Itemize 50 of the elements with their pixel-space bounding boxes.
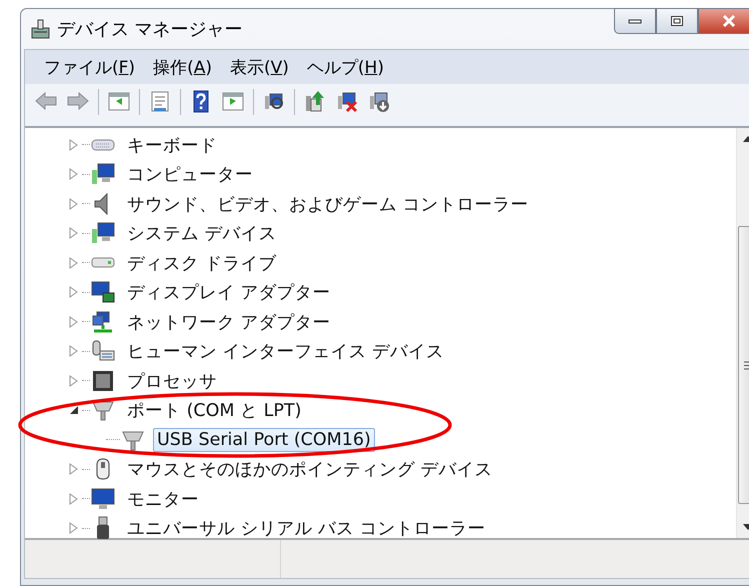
disk-drive-icon <box>91 257 115 268</box>
computer-icon <box>91 162 115 186</box>
device-manager-icon <box>29 18 51 40</box>
collapsed-arrow-icon[interactable] <box>69 492 79 505</box>
collapsed-arrow-icon[interactable] <box>69 138 79 151</box>
collapsed-arrow-icon[interactable] <box>69 316 79 328</box>
expanded-arrow-icon[interactable] <box>69 405 79 416</box>
disable-icon <box>367 90 391 114</box>
display-adapter-icon <box>91 280 115 304</box>
tree-item[interactable]: USB Serial Port (COM16) <box>153 428 375 452</box>
collapsed-arrow-icon[interactable] <box>69 198 79 210</box>
menu-item[interactable]: 操作(A) <box>144 52 221 82</box>
tree-item[interactable]: ネットワーク アダプター <box>123 308 335 336</box>
collapsed-arrow-icon[interactable] <box>69 256 79 269</box>
tree-item[interactable]: サウンド、ビデオ、およびゲーム コントローラー <box>123 190 533 218</box>
tree-item[interactable]: プロセッサ <box>123 366 221 395</box>
menu-item[interactable]: ヘルプ(H) <box>298 52 393 82</box>
window-title: デバイス マネージャー <box>57 18 243 41</box>
collapsed-arrow-icon[interactable] <box>69 345 79 358</box>
maximize-button[interactable] <box>656 8 698 34</box>
collapsed-arrow-icon[interactable] <box>69 374 79 387</box>
tree-item[interactable]: ポート (COM と LPT) <box>123 396 306 424</box>
tree-item[interactable]: システム デバイス <box>123 219 281 248</box>
collapsed-arrow-icon[interactable] <box>69 227 79 240</box>
collapsed-arrow-icon[interactable] <box>69 168 79 180</box>
tree-item[interactable]: ディスク ドライブ <box>123 248 281 277</box>
monitor-icon <box>91 486 115 511</box>
collapsed-arrow-icon[interactable] <box>69 522 79 534</box>
minimize-button[interactable] <box>614 8 656 34</box>
collapsed-arrow-icon[interactable] <box>69 463 79 476</box>
collapsed-arrow-icon[interactable] <box>69 286 79 298</box>
tree-item[interactable]: マウスとそのほかのポインティング デバイス <box>123 455 497 484</box>
close-icon <box>721 14 737 28</box>
tree-item[interactable]: モニター <box>123 484 203 513</box>
computer-icon <box>91 221 115 246</box>
menu-item[interactable]: ファイル(F) <box>35 52 144 82</box>
tree-item[interactable]: キーボード <box>123 130 221 159</box>
tree-item[interactable]: ヒューマン インターフェイス デバイス <box>123 337 448 366</box>
tree-item[interactable]: ディスプレイ アダプター <box>123 278 335 306</box>
uninstall-icon <box>335 90 359 114</box>
tree-item[interactable]: コンピューター <box>123 160 257 188</box>
close-button[interactable] <box>698 8 749 34</box>
processor-icon <box>91 368 115 393</box>
tree-item[interactable]: ユニバーサル シリアル バス コントローラー <box>123 514 490 542</box>
menu-item[interactable]: 表示(V) <box>220 52 298 82</box>
network-icon <box>91 310 115 334</box>
update-driver-icon <box>303 90 327 114</box>
maximize-icon <box>670 15 684 27</box>
minimize-icon <box>628 18 642 24</box>
hid-icon <box>91 339 115 364</box>
